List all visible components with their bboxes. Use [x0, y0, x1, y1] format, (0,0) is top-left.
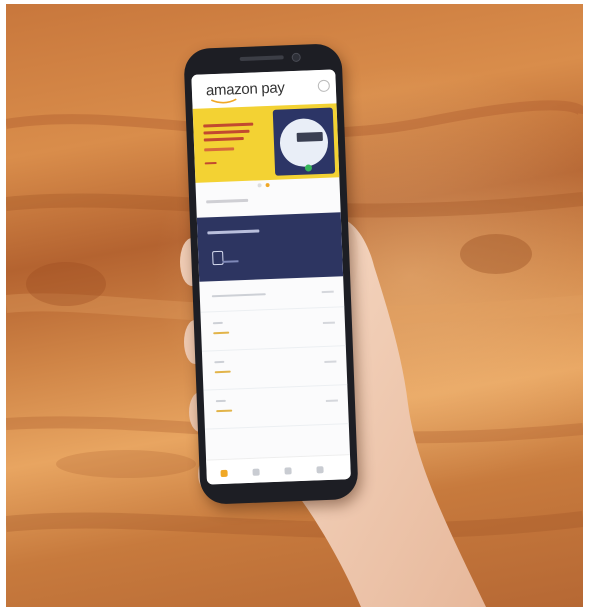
list-item-value [216, 409, 233, 413]
profile-icon[interactable] [317, 79, 331, 93]
list-header-link[interactable] [321, 290, 334, 294]
phone-screen: amazon pay [191, 69, 351, 485]
banner-illustration [272, 107, 336, 176]
carousel-dot[interactable] [257, 183, 262, 188]
tab-icon[interactable] [252, 468, 260, 476]
home-tab-icon[interactable] [220, 469, 228, 478]
list-header-line [211, 293, 266, 298]
list-item-title [215, 399, 226, 403]
list-item-meta [325, 399, 338, 402]
banner-cta[interactable] [204, 162, 217, 165]
banner-text-line [203, 136, 244, 142]
carousel-dot-active[interactable] [265, 182, 270, 188]
list-item-value [213, 331, 230, 335]
front-camera [291, 52, 301, 63]
bottom-tab-bar [206, 454, 351, 485]
smartphone: amazon pay [183, 43, 359, 505]
card-subtext-line [222, 260, 239, 263]
app-header: amazon pay [191, 69, 337, 109]
list-item-title [214, 360, 225, 364]
phone-speaker [239, 55, 284, 62]
list-item-meta [324, 360, 337, 364]
tab-icon[interactable] [284, 467, 292, 475]
section-heading [206, 198, 249, 204]
wallet-icon [212, 250, 224, 266]
amazon-smile-icon [210, 98, 237, 104]
app-logo: amazon pay [205, 79, 285, 100]
balance-card[interactable] [196, 212, 344, 282]
banner-text-line [203, 129, 250, 135]
banner-text-line [204, 147, 235, 152]
tab-icon[interactable] [316, 466, 324, 474]
banner-text-line [203, 122, 254, 128]
photo: amazon pay [6, 4, 583, 607]
list-item-value [214, 370, 231, 374]
banner-circle [279, 117, 329, 172]
banner-dot [304, 164, 313, 172]
list-item[interactable] [201, 346, 348, 391]
list-item-meta [322, 321, 335, 325]
banner-mini-card [296, 131, 323, 142]
list-item[interactable] [203, 385, 349, 430]
promo-banner[interactable] [192, 103, 340, 183]
card-title-line [207, 229, 260, 235]
list-item-title [212, 321, 223, 325]
list-item[interactable] [200, 307, 346, 352]
